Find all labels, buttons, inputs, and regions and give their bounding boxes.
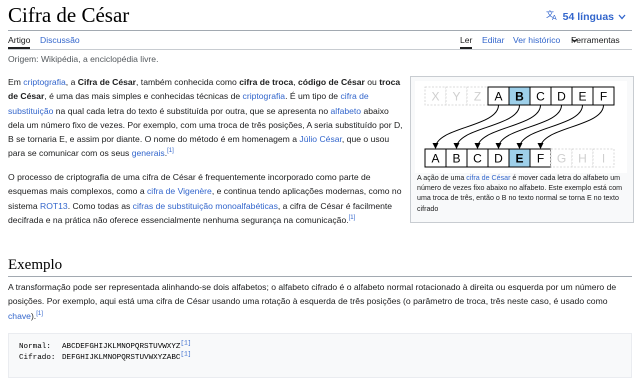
tab-ler[interactable]: Ler (460, 35, 473, 49)
example-code-block: Normal: ABCDEFGHIJKLMNOPQRSTUVWXYZ[1] Cif… (8, 333, 632, 378)
reference-link[interactable]: [1] (180, 350, 191, 357)
tab-ver-historico[interactable]: Ver histórico (513, 35, 560, 45)
cipher-line: Cifrado: DEFGHIJKLMNOPQRSTUVWXYZABC[1] (19, 350, 191, 364)
cipher-alphabet: DEFGHIJKLMNOPQRSTUVWXYZABC (62, 354, 181, 362)
tab-discussao[interactable]: Discussão (40, 35, 80, 45)
plain-row-letter: E (578, 90, 586, 104)
plain-row-letter: Z (474, 90, 481, 104)
link-criptografia-2[interactable]: criptografia (243, 91, 286, 101)
svg-text:A: A (552, 15, 557, 21)
cipher-row-letter: I (602, 152, 605, 166)
plain-row-letter: A (494, 90, 502, 104)
plain-row-letter: B (515, 90, 524, 104)
chevron-down-icon (571, 35, 578, 45)
reference-link[interactable]: [1] (36, 311, 43, 317)
cipher-row-letter: C (473, 152, 482, 166)
link-rot13[interactable]: ROT13 (40, 201, 68, 211)
tools-menu-label: Ferramentas (571, 35, 620, 45)
plain-row-letter: X (431, 90, 439, 104)
link-criptografia[interactable]: criptografia (23, 77, 66, 87)
cipher-label: Cifrado: (19, 354, 56, 362)
cipher-row-letter: H (578, 152, 587, 166)
cipher-row-letter: F (537, 152, 544, 166)
link-chave[interactable]: chave (8, 311, 31, 321)
shift-arrow (537, 104, 604, 149)
tabs-divider (8, 49, 632, 50)
section-divider (8, 276, 632, 277)
tab-editar[interactable]: Editar (482, 35, 504, 45)
cipher-row-letter: A (431, 152, 439, 166)
cipher-row-letter: E (515, 152, 523, 166)
second-paragraph: O processo de criptografia de uma cifra … (8, 172, 402, 225)
cipher-row-letter: B (452, 152, 460, 166)
normal-line: Normal: ABCDEFGHIJKLMNOPQRSTUVWXYZ[1] (19, 339, 191, 353)
language-count: 54 línguas (562, 10, 614, 23)
link-alfabeto[interactable]: alfabeto (331, 106, 362, 116)
section-heading: Exemplo (8, 257, 63, 273)
reference-link[interactable]: [1] (180, 339, 191, 346)
normal-label: Normal: (19, 343, 51, 351)
plain-row-letter: D (557, 90, 566, 104)
caesar-shift-diagram[interactable]: XYZABCDEF ABCDEFGHI (415, 81, 627, 173)
chevron-down-icon (618, 11, 626, 23)
language-button[interactable]: 文A 54 línguas (546, 9, 626, 24)
translate-icon: 文A (546, 9, 559, 24)
plain-row-letter: Y (452, 90, 460, 104)
page-tabs: Artigo Discussão Ler Editar Ver históric… (8, 35, 632, 49)
link-cifra-vigenere[interactable]: cifra de Vigenère (147, 186, 212, 196)
plain-row-letter: F (600, 90, 607, 104)
page-title: Cifra de César (8, 3, 130, 27)
example-paragraph: A transformação pode ser representada al… (8, 282, 617, 321)
link-cifras-monoalfabeticas[interactable]: cifras de substituição monoalfabéticas (133, 201, 278, 211)
cipher-row-letter: D (494, 152, 503, 166)
plain-row-letter: C (536, 90, 545, 104)
origin-note: Origem: Wikipédia, a enciclopédia livre. (8, 54, 159, 64)
intro-paragraph: Em criptografia, a Cifra de César, també… (8, 77, 403, 159)
tab-artigo[interactable]: Artigo (8, 35, 31, 49)
reference-link[interactable]: [1] (349, 215, 356, 221)
link-julio-cesar[interactable]: Júlio César (299, 134, 342, 144)
link-generais[interactable]: generais (132, 148, 165, 158)
reference-link[interactable]: [1] (167, 149, 174, 155)
caesar-figure: XYZABCDEF ABCDEFGHI A ação de uma cifra … (410, 76, 634, 223)
title-divider (8, 30, 632, 31)
cipher-row-letter: G (557, 152, 566, 166)
link-cifra-de-cesar[interactable]: cifra de César (466, 174, 510, 182)
figure-caption: A ação de uma cifra de César é mover cad… (417, 174, 623, 213)
normal-alphabet: ABCDEFGHIJKLMNOPQRSTUVWXYZ (62, 343, 181, 351)
